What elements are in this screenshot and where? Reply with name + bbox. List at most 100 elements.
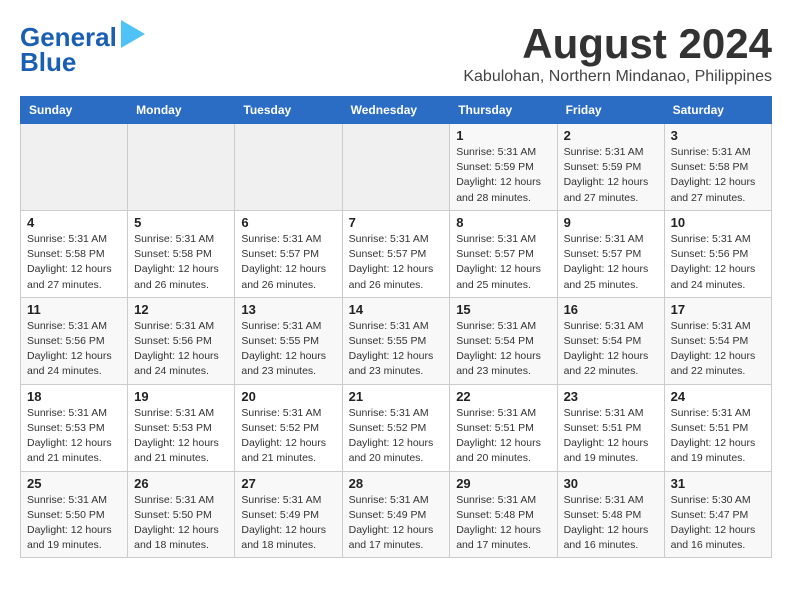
calendar-week-row: 25 Sunrise: 5:31 AM Sunset: 5:50 PM Dayli… <box>21 471 772 558</box>
calendar-cell <box>342 124 450 211</box>
calendar-week-row: 1 Sunrise: 5:31 AM Sunset: 5:59 PM Daylig… <box>21 124 772 211</box>
calendar-cell: 24 Sunrise: 5:31 AM Sunset: 5:51 PM Dayli… <box>664 384 771 471</box>
calendar-cell: 21 Sunrise: 5:31 AM Sunset: 5:52 PM Dayli… <box>342 384 450 471</box>
day-number: 2 <box>564 128 658 143</box>
weekday-header-row: SundayMondayTuesdayWednesdayThursdayFrid… <box>21 97 772 124</box>
calendar-header: SundayMondayTuesdayWednesdayThursdayFrid… <box>21 97 772 124</box>
calendar-table: SundayMondayTuesdayWednesdayThursdayFrid… <box>20 96 772 558</box>
day-number: 19 <box>134 389 228 404</box>
calendar-cell: 28Sunrise: 5:31 AM Sunset: 5:49 PM Dayli… <box>342 471 450 558</box>
calendar-cell: 25 Sunrise: 5:31 AM Sunset: 5:50 PM Dayli… <box>21 471 128 558</box>
calendar-cell: 6 Sunrise: 5:31 AM Sunset: 5:57 PM Daylig… <box>235 210 342 297</box>
day-number: 25 <box>27 476 121 491</box>
calendar-cell: 1Sunrise: 5:31 AM Sunset: 5:59 PM Daylig… <box>450 124 557 211</box>
calendar-cell: 14 Sunrise: 5:31 AM Sunset: 5:55 PM Dayli… <box>342 297 450 384</box>
day-info: Sunrise: 5:31 AM Sunset: 5:50 PM Dayligh… <box>27 493 121 554</box>
calendar-cell <box>21 124 128 211</box>
day-info: Sunrise: 5:31 AM Sunset: 5:54 PM Dayligh… <box>564 319 658 380</box>
day-info: Sunrise: 5:31 AM Sunset: 5:48 PM Dayligh… <box>564 493 658 554</box>
day-number: 8 <box>456 215 550 230</box>
calendar-cell: 17Sunrise: 5:31 AM Sunset: 5:54 PM Dayli… <box>664 297 771 384</box>
day-number: 12 <box>134 302 228 317</box>
weekday-header-friday: Friday <box>557 97 664 124</box>
location-subtitle: Kabulohan, Northern Mindanao, Philippine… <box>463 68 772 86</box>
day-number: 27 <box>241 476 335 491</box>
title-section: August 2024 Kabulohan, Northern Mindanao… <box>463 20 772 86</box>
day-info: Sunrise: 5:30 AM Sunset: 5:47 PM Dayligh… <box>671 493 765 554</box>
day-number: 20 <box>241 389 335 404</box>
day-info: Sunrise: 5:31 AM Sunset: 5:55 PM Dayligh… <box>349 319 444 380</box>
day-info: Sunrise: 5:31 AM Sunset: 5:53 PM Dayligh… <box>27 406 121 467</box>
day-info: Sunrise: 5:31 AM Sunset: 5:51 PM Dayligh… <box>671 406 765 467</box>
day-info: Sunrise: 5:31 AM Sunset: 5:56 PM Dayligh… <box>671 232 765 293</box>
day-number: 7 <box>349 215 444 230</box>
day-info: Sunrise: 5:31 AM Sunset: 5:51 PM Dayligh… <box>564 406 658 467</box>
calendar-cell: 10 Sunrise: 5:31 AM Sunset: 5:56 PM Dayli… <box>664 210 771 297</box>
calendar-cell: 12 Sunrise: 5:31 AM Sunset: 5:56 PM Dayli… <box>128 297 235 384</box>
day-info: Sunrise: 5:31 AM Sunset: 5:58 PM Dayligh… <box>27 232 121 293</box>
day-info: Sunrise: 5:31 AM Sunset: 5:56 PM Dayligh… <box>134 319 228 380</box>
day-info: Sunrise: 5:31 AM Sunset: 5:52 PM Dayligh… <box>349 406 444 467</box>
calendar-cell: 27 Sunrise: 5:31 AM Sunset: 5:49 PM Dayli… <box>235 471 342 558</box>
day-number: 29 <box>456 476 550 491</box>
day-info: Sunrise: 5:31 AM Sunset: 5:57 PM Dayligh… <box>349 232 444 293</box>
day-info: Sunrise: 5:31 AM Sunset: 5:51 PM Dayligh… <box>456 406 550 467</box>
calendar-cell: 18 Sunrise: 5:31 AM Sunset: 5:53 PM Dayli… <box>21 384 128 471</box>
day-number: 26 <box>134 476 228 491</box>
calendar-cell <box>235 124 342 211</box>
day-number: 15 <box>456 302 550 317</box>
day-number: 18 <box>27 389 121 404</box>
day-number: 21 <box>349 389 444 404</box>
day-info: Sunrise: 5:31 AM Sunset: 5:49 PM Dayligh… <box>241 493 335 554</box>
calendar-cell: 3 Sunrise: 5:31 AM Sunset: 5:58 PM Daylig… <box>664 124 771 211</box>
calendar-week-row: 4Sunrise: 5:31 AM Sunset: 5:58 PM Daylig… <box>21 210 772 297</box>
day-number: 5 <box>134 215 228 230</box>
calendar-cell: 9Sunrise: 5:31 AM Sunset: 5:57 PM Daylig… <box>557 210 664 297</box>
calendar-week-row: 18 Sunrise: 5:31 AM Sunset: 5:53 PM Dayli… <box>21 384 772 471</box>
weekday-header-saturday: Saturday <box>664 97 771 124</box>
logo-blue: Blue <box>20 47 76 77</box>
calendar-cell: 5 Sunrise: 5:31 AM Sunset: 5:58 PM Daylig… <box>128 210 235 297</box>
day-number: 1 <box>456 128 550 143</box>
calendar-cell: 20Sunrise: 5:31 AM Sunset: 5:52 PM Dayli… <box>235 384 342 471</box>
day-info: Sunrise: 5:31 AM Sunset: 5:49 PM Dayligh… <box>349 493 444 554</box>
weekday-header-sunday: Sunday <box>21 97 128 124</box>
day-number: 23 <box>564 389 658 404</box>
calendar-cell: 13Sunrise: 5:31 AM Sunset: 5:55 PM Dayli… <box>235 297 342 384</box>
day-info: Sunrise: 5:31 AM Sunset: 5:50 PM Dayligh… <box>134 493 228 554</box>
calendar-cell: 31Sunrise: 5:30 AM Sunset: 5:47 PM Dayli… <box>664 471 771 558</box>
calendar-cell: 2 Sunrise: 5:31 AM Sunset: 5:59 PM Daylig… <box>557 124 664 211</box>
day-info: Sunrise: 5:31 AM Sunset: 5:59 PM Dayligh… <box>564 145 658 206</box>
calendar-week-row: 11 Sunrise: 5:31 AM Sunset: 5:56 PM Dayli… <box>21 297 772 384</box>
calendar-cell: 7 Sunrise: 5:31 AM Sunset: 5:57 PM Daylig… <box>342 210 450 297</box>
calendar-cell: 30 Sunrise: 5:31 AM Sunset: 5:48 PM Dayli… <box>557 471 664 558</box>
day-number: 11 <box>27 302 121 317</box>
day-number: 30 <box>564 476 658 491</box>
day-number: 24 <box>671 389 765 404</box>
day-info: Sunrise: 5:31 AM Sunset: 5:54 PM Dayligh… <box>671 319 765 380</box>
day-info: Sunrise: 5:31 AM Sunset: 5:54 PM Dayligh… <box>456 319 550 380</box>
day-info: Sunrise: 5:31 AM Sunset: 5:58 PM Dayligh… <box>671 145 765 206</box>
day-info: Sunrise: 5:31 AM Sunset: 5:57 PM Dayligh… <box>241 232 335 293</box>
calendar-body: 1 Sunrise: 5:31 AM Sunset: 5:59 PM Daylig… <box>21 124 772 558</box>
header: General Blue August 2024 Kabulohan, Nort… <box>20 20 772 86</box>
day-number: 10 <box>671 215 765 230</box>
calendar-cell: 29 Sunrise: 5:31 AM Sunset: 5:48 PM Dayli… <box>450 471 557 558</box>
calendar-cell: 15 Sunrise: 5:31 AM Sunset: 5:54 PM Dayli… <box>450 297 557 384</box>
day-info: Sunrise: 5:31 AM Sunset: 5:58 PM Dayligh… <box>134 232 228 293</box>
weekday-header-monday: Monday <box>128 97 235 124</box>
day-number: 16 <box>564 302 658 317</box>
day-info: Sunrise: 5:31 AM Sunset: 5:56 PM Dayligh… <box>27 319 121 380</box>
calendar-cell: 16 Sunrise: 5:31 AM Sunset: 5:54 PM Dayli… <box>557 297 664 384</box>
calendar-cell: 19Sunrise: 5:31 AM Sunset: 5:53 PM Dayli… <box>128 384 235 471</box>
day-info: Sunrise: 5:31 AM Sunset: 5:55 PM Dayligh… <box>241 319 335 380</box>
day-number: 6 <box>241 215 335 230</box>
day-number: 3 <box>671 128 765 143</box>
day-info: Sunrise: 5:31 AM Sunset: 5:57 PM Dayligh… <box>456 232 550 293</box>
calendar-cell: 22 Sunrise: 5:31 AM Sunset: 5:51 PM Dayli… <box>450 384 557 471</box>
day-number: 14 <box>349 302 444 317</box>
day-info: Sunrise: 5:31 AM Sunset: 5:48 PM Dayligh… <box>456 493 550 554</box>
day-number: 22 <box>456 389 550 404</box>
day-info: Sunrise: 5:31 AM Sunset: 5:57 PM Dayligh… <box>564 232 658 293</box>
calendar-cell: 4Sunrise: 5:31 AM Sunset: 5:58 PM Daylig… <box>21 210 128 297</box>
